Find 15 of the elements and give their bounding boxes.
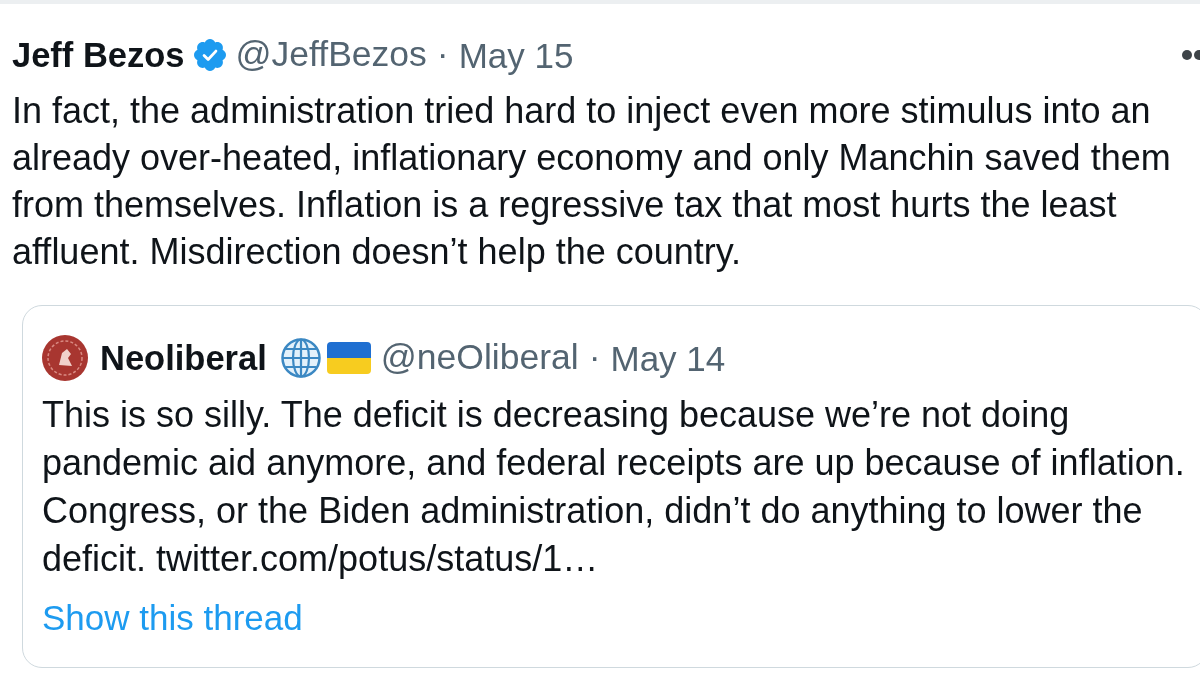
post-date[interactable]: May 14 bbox=[610, 340, 726, 376]
author-name[interactable]: Jeff Bezos bbox=[12, 37, 185, 73]
author-name[interactable]: Neoliberal bbox=[100, 340, 267, 376]
author-handle[interactable]: @neOliberal bbox=[380, 340, 579, 376]
post-date[interactable]: May 15 bbox=[458, 37, 574, 73]
author-handle[interactable]: @JeffBezos bbox=[235, 37, 427, 73]
tweet-text: In fact, the administration tried hard to inject even more stimulus into an already over-heated, inflationary economy and only Manchin saved them from themselves. Inflation is a regressive tax that most hurts the least affluent. Misdirection doesn’t help the country. bbox=[12, 89, 1172, 274]
quoted-tweet-text: This is so silly. The deficit is decreasing because we’re not doing pandemic aid anymore, and federal receipts are up because of inflation. Congress, or the Biden administration, didn’t do anything to lower the deficit. twitter.com/potus/status/1… bbox=[42, 393, 1186, 581]
more-button[interactable] bbox=[1182, 49, 1200, 61]
flag-icon bbox=[326, 342, 371, 374]
separator: · bbox=[436, 37, 449, 73]
globe-icon bbox=[280, 338, 321, 378]
separator: · bbox=[588, 340, 601, 376]
more-icon bbox=[1182, 49, 1200, 61]
avatar-icon[interactable] bbox=[42, 335, 88, 381]
